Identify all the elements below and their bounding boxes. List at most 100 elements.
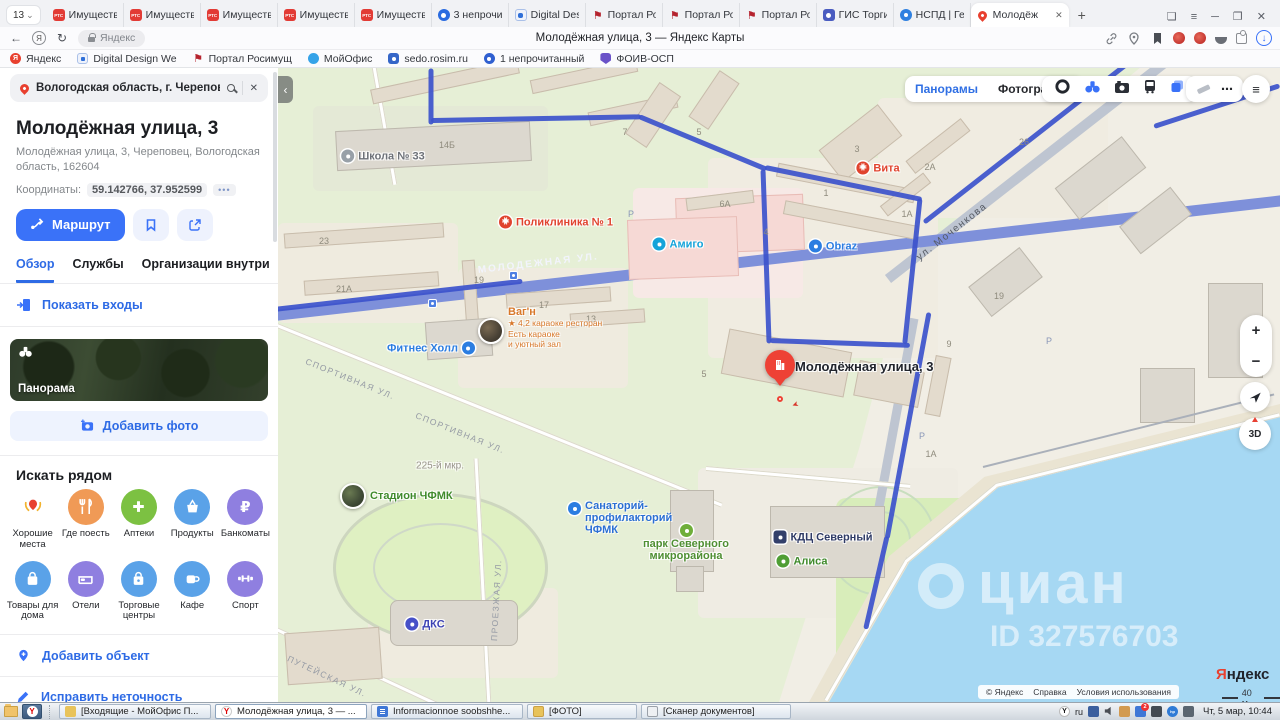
zoom-out-button[interactable]: − [1252, 353, 1261, 370]
taskbar-window-photo[interactable]: [ФОТО] [527, 704, 637, 719]
poi-amigo[interactable]: Амиго [653, 238, 704, 251]
stadium-photo-pin[interactable] [340, 483, 366, 509]
sidebar-scrollbar[interactable] [273, 72, 277, 242]
search-icon[interactable] [227, 84, 235, 92]
bookmark-flag-icon[interactable] [1150, 31, 1164, 45]
browser-tab[interactable]: РТСИмущество [278, 3, 355, 27]
extensions-puzzle-icon[interactable] [1236, 33, 1247, 44]
browser-tab[interactable]: РТСИмущество [355, 3, 432, 27]
browser-tab[interactable]: ⚑Портал Рос [586, 3, 663, 27]
display-tray-icon[interactable] [1088, 706, 1099, 717]
nearby-restaurants[interactable]: Где поесть [59, 489, 112, 551]
panorama-preview[interactable]: Панорама [10, 339, 268, 401]
poi-vagn-advert[interactable]: Ваг'н ★ 4,2 караоке ресторан Есть караок… [508, 306, 602, 349]
nearby-cafes[interactable]: Кафе [166, 561, 219, 623]
yandex-tray-icon[interactable]: Y [1059, 706, 1070, 717]
extension-icon[interactable] [1215, 37, 1227, 44]
tab-overview[interactable]: Обзор [16, 257, 54, 283]
explorer-icon[interactable] [4, 706, 18, 717]
help-link[interactable]: Справка [1033, 687, 1066, 697]
show-entrances-link[interactable]: Показать входы [0, 284, 278, 327]
bookmark-item[interactable]: ФОИВ-ОСП [600, 53, 674, 65]
yandex-services-icon[interactable]: Я [32, 31, 46, 45]
taskbar-window-document[interactable]: Informacionnoe soobshhe... [371, 704, 523, 719]
nearby-home-goods[interactable]: Товары для дома [6, 561, 59, 623]
browser-tab[interactable]: РТСИмущество [124, 3, 201, 27]
back-icon[interactable]: ← [8, 31, 24, 45]
nearby-sport[interactable]: Спорт [219, 561, 272, 623]
advert-photo-pin[interactable] [478, 318, 504, 344]
bookmark-item[interactable]: 1 непрочитанный [484, 53, 584, 65]
traffic-icon[interactable] [1054, 78, 1071, 100]
photos-layer-icon[interactable] [1114, 80, 1130, 99]
layers-icon[interactable] [1170, 79, 1185, 99]
terms-link[interactable]: Условия использования [1077, 687, 1171, 697]
taskbar-clock[interactable]: Чт, 5 мар, 10:44 [1203, 706, 1272, 717]
browser-tab[interactable]: ГИС Торги [817, 3, 894, 27]
browser-tab[interactable]: НСПД | Гео [894, 3, 971, 27]
zoom-in-button[interactable]: + [1252, 322, 1261, 339]
share-link-icon[interactable] [1104, 31, 1118, 45]
bookmark-item[interactable]: sedo.rosim.ru [388, 53, 468, 65]
save-bookmark-button[interactable] [133, 209, 169, 241]
tab-orgs-inside[interactable]: Организации внутри [142, 257, 270, 283]
restore-button[interactable]: ❐ [1233, 10, 1243, 23]
hp-tray-icon[interactable]: hp [1167, 706, 1178, 717]
bookmark-item[interactable]: МойОфис [308, 53, 373, 65]
panoramas-button[interactable]: Панорамы [905, 82, 988, 96]
url-field[interactable]: Яндекс [78, 30, 145, 47]
tab-counter[interactable]: 13⌄ [6, 5, 41, 25]
route-button[interactable]: Маршрут [16, 209, 125, 241]
reload-icon[interactable]: ↻ [54, 31, 70, 45]
close-button[interactable]: ✕ [1257, 10, 1266, 23]
new-tab-button[interactable]: + [1071, 4, 1093, 26]
taskbar-window-myoffice[interactable]: [Входящие - МойОфис П... [59, 704, 211, 719]
browser-tab[interactable]: Digital Desig [509, 3, 586, 27]
notification-tray-icon[interactable]: 2 [1135, 706, 1146, 717]
nearby-malls[interactable]: Торговые центры [112, 561, 165, 623]
nearby-pharmacies[interactable]: Аптеки [112, 489, 165, 551]
poi-kdc[interactable]: КДЦ Северный [774, 531, 873, 544]
bookmarks-panel-icon[interactable]: ❏ [1167, 10, 1177, 23]
poi-sanatorium[interactable]: Санаторий-профилакторий ЧФМК [568, 500, 677, 536]
poi-alisa[interactable]: Алиса [776, 555, 827, 568]
browser-tab[interactable]: РТСИмущество [201, 3, 278, 27]
poi-obraz[interactable]: Obraz [809, 240, 857, 253]
target-marker-pin[interactable] [765, 350, 795, 388]
clear-search-icon[interactable]: ✕ [250, 83, 258, 94]
pc-tray-icon[interactable] [1183, 706, 1194, 717]
tab-close-icon[interactable]: ✕ [1055, 10, 1063, 21]
bookmark-item[interactable]: ⚑Портал Росимущ [193, 53, 292, 65]
compass-3d-button[interactable]: 3D [1239, 418, 1271, 450]
minimize-button[interactable]: ─ [1211, 11, 1219, 23]
add-object-link[interactable]: Добавить объект [0, 634, 278, 677]
chevron-down-icon[interactable]: ⌄ [26, 10, 34, 21]
nearby-atms[interactable]: ₽ Банкоматы [219, 489, 272, 551]
volume-tray-icon[interactable] [1104, 703, 1114, 721]
bus-stop-icon[interactable] [509, 271, 518, 280]
nearby-good-places[interactable]: Хорошие места [6, 489, 59, 551]
taskbar-window-scanner[interactable]: [Сканер документов] [641, 704, 791, 719]
yandex-logo[interactable]: Яндекс [1216, 666, 1269, 683]
bookmark-item[interactable]: Digital Design We [77, 53, 176, 65]
geolocation-button[interactable] [1240, 382, 1270, 412]
extension-icon[interactable] [1194, 32, 1206, 44]
fix-inaccuracy-link[interactable]: Исправить неточность [0, 677, 278, 702]
taskbar-window-maps[interactable]: YМолодёжная улица, 3 — ... [215, 704, 367, 719]
browser-menu-icon[interactable]: ≡ [1191, 11, 1197, 23]
language-indicator[interactable]: ru [1075, 707, 1083, 717]
poi-clinic[interactable]: Поликлиника № 1 [499, 216, 613, 229]
extension-icon[interactable] [1173, 32, 1185, 44]
sidebar-collapse-button[interactable]: ‹ [278, 76, 293, 103]
bus-stop-icon[interactable] [428, 299, 437, 308]
poi-fitness[interactable]: Фитнес Холл [387, 342, 475, 355]
printer-tray-icon[interactable] [1151, 706, 1162, 717]
tab-services[interactable]: Службы [72, 257, 123, 283]
browser-tab-active[interactable]: Молодёж✕ [971, 3, 1069, 27]
panoramas-layer-icon[interactable] [1084, 79, 1101, 99]
target-marker-label[interactable]: Молодёжная улица, 3 [795, 359, 933, 374]
map-canvas[interactable]: МОЛОДЕЖНАЯ УЛ. ул. Моченкова СПОРТИВНАЯ … [278, 68, 1280, 702]
search-input[interactable]: Вологодская область, г. Череповец, ✕ [10, 74, 268, 102]
transport-icon[interactable] [1143, 79, 1157, 99]
poi-dks[interactable]: ДКС [405, 618, 444, 631]
